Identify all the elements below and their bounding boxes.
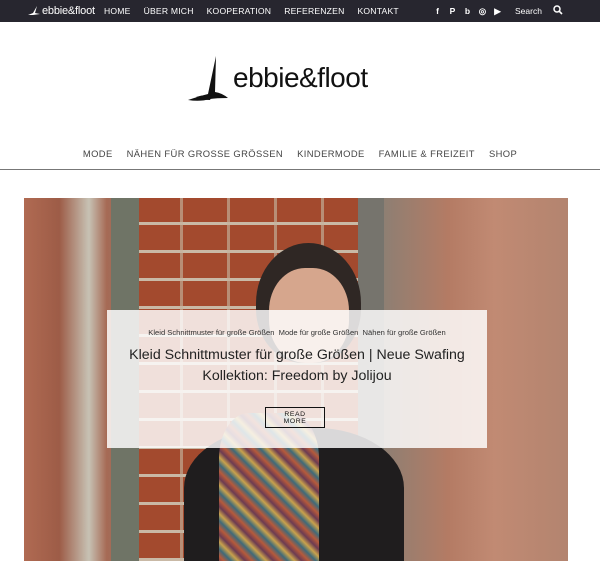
main-nav-shop[interactable]: SHOP bbox=[489, 148, 517, 164]
youtube-icon[interactable]: ▶ bbox=[492, 6, 503, 17]
main-nav-kindermode[interactable]: KINDERMODE bbox=[297, 148, 365, 164]
nav-divider bbox=[0, 169, 600, 170]
post-title[interactable]: Kleid Schnittmuster für große Größen | N… bbox=[117, 345, 477, 387]
category-link[interactable]: Kleid Schnittmuster für große Größen bbox=[148, 328, 274, 337]
bird-icon bbox=[28, 6, 40, 15]
top-nav-kontakt[interactable]: KONTAKT bbox=[357, 6, 398, 16]
search-toggle[interactable]: Search bbox=[515, 0, 563, 22]
top-bar: ebbie&floot HOME ÜBER MICH KOOPERATION R… bbox=[0, 0, 600, 22]
logo-wordmark: ebbie&floot bbox=[233, 62, 368, 93]
social-links: f P b ◎ ▶ bbox=[432, 0, 507, 22]
top-nav-kooperation[interactable]: KOOPERATION bbox=[207, 6, 272, 16]
main-nav: MODE NÄHEN FÜR GROSSE GRÖSSEN KINDERMODE… bbox=[0, 148, 600, 164]
top-nav-referenzen[interactable]: REFERENZEN bbox=[284, 6, 344, 16]
top-logo[interactable]: ebbie&floot bbox=[27, 3, 95, 19]
bird-logo-icon bbox=[188, 56, 228, 101]
post-categories: Kleid Schnittmuster für große Größen Mod… bbox=[107, 328, 487, 337]
featured-post-card: Kleid Schnittmuster für große Größen Mod… bbox=[107, 310, 487, 448]
search-label: Search bbox=[515, 6, 542, 16]
search-icon[interactable] bbox=[553, 5, 563, 15]
pinterest-icon[interactable]: P bbox=[447, 6, 458, 17]
main-nav-mode[interactable]: MODE bbox=[83, 148, 113, 164]
main-nav-familie[interactable]: FAMILIE & FREIZEIT bbox=[379, 148, 475, 164]
instagram-icon[interactable]: ◎ bbox=[477, 6, 488, 17]
category-link[interactable]: Nähen für große Größen bbox=[363, 328, 446, 337]
top-logo-text: ebbie&floot bbox=[42, 5, 95, 17]
top-nav-home[interactable]: HOME bbox=[104, 6, 131, 16]
bloglovin-icon[interactable]: b bbox=[462, 6, 473, 17]
top-nav-ueber-mich[interactable]: ÜBER MICH bbox=[144, 6, 194, 16]
top-nav: HOME ÜBER MICH KOOPERATION REFERENZEN KO… bbox=[104, 0, 412, 22]
main-nav-naehen[interactable]: NÄHEN FÜR GROSSE GRÖSSEN bbox=[127, 148, 284, 164]
category-link[interactable]: Mode für große Größen bbox=[279, 328, 359, 337]
facebook-icon[interactable]: f bbox=[432, 6, 443, 17]
site-logo[interactable]: ebbie&floot bbox=[186, 56, 406, 106]
read-more-button[interactable]: READ MORE bbox=[265, 407, 325, 428]
